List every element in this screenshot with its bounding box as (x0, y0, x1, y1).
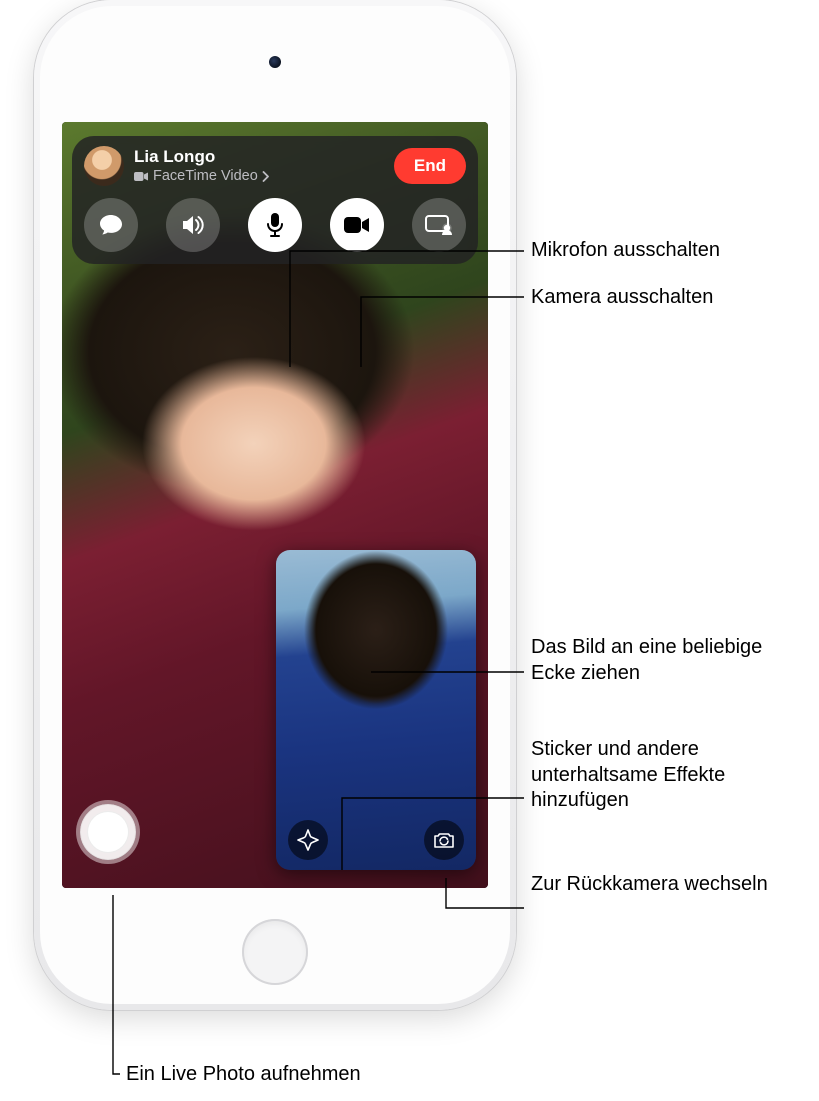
microphone-icon (266, 212, 284, 238)
callout-mic-off: Mikrofon ausschalten (531, 238, 720, 264)
chevron-right-icon (262, 171, 270, 182)
shareplay-button[interactable] (412, 198, 466, 252)
mute-mic-button[interactable] (248, 198, 302, 252)
device-frame: Lia Longo FaceTime Video End (34, 0, 516, 1010)
callout-live-photo: Ein Live Photo aufnehmen (126, 1062, 361, 1088)
caller-name: Lia Longo (134, 148, 384, 167)
end-call-button[interactable]: End (394, 148, 466, 184)
effects-button[interactable] (288, 820, 328, 860)
call-type-label: FaceTime Video (153, 168, 258, 184)
message-bubble-icon (98, 213, 124, 237)
messages-button[interactable] (84, 198, 138, 252)
callout-cam-off: Kamera ausschalten (531, 285, 713, 311)
self-view-pip[interactable] (276, 550, 476, 870)
video-icon (134, 171, 149, 182)
front-camera-dot (269, 56, 281, 68)
effects-star-icon (297, 829, 319, 851)
speaker-icon (180, 213, 206, 237)
call-controls-card: Lia Longo FaceTime Video End (72, 136, 478, 264)
shareplay-icon (424, 214, 454, 236)
avatar[interactable] (84, 146, 124, 186)
flip-camera-icon (432, 830, 456, 850)
callout-drag-pip: Das Bild an eine beliebige Ecke ziehen (531, 635, 791, 686)
screen: Lia Longo FaceTime Video End (62, 122, 488, 888)
callout-flip: Zur Rückkamera wechseln (531, 872, 771, 898)
camera-toggle-button[interactable] (330, 198, 384, 252)
speaker-button[interactable] (166, 198, 220, 252)
live-photo-shutter[interactable] (80, 804, 136, 860)
flip-camera-button[interactable] (424, 820, 464, 860)
home-button[interactable] (242, 919, 308, 985)
callout-effects: Sticker und andere unterhaltsame Effekte… (531, 737, 801, 814)
call-type-row[interactable]: FaceTime Video (134, 168, 384, 184)
video-camera-icon (343, 215, 371, 235)
